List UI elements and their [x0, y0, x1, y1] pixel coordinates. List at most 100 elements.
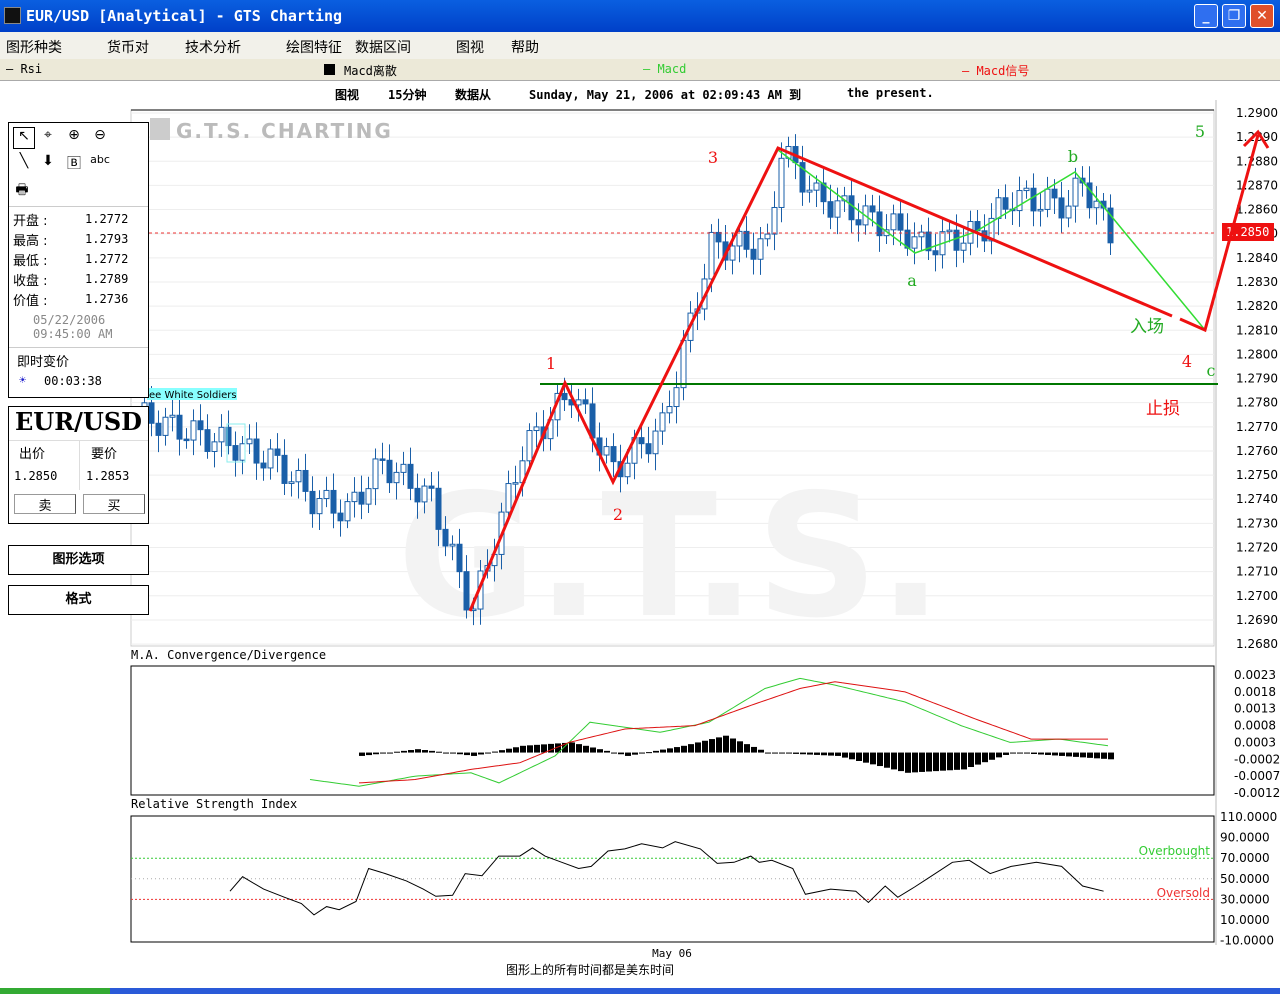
ohlc-value: 1.2772 [85, 252, 129, 266]
rsi-tick: 110.0000 [1220, 810, 1277, 824]
macd-histogram-bar [541, 744, 547, 753]
macd-histogram-bar [709, 739, 715, 753]
macd-tick: 0.0023 [1234, 668, 1276, 682]
tool-panel: ↖ ⌖ ⊕ ⊖ ╲ ⬇ 🄱 abc 🖶 开盘 : 1.2772 最高 : 1.2793… [8, 122, 149, 398]
candle [848, 195, 855, 221]
price-tick: 1.2770 [1236, 420, 1278, 434]
macd-histogram-bar [513, 747, 519, 753]
macd-histogram-bar [758, 749, 764, 753]
candle [526, 430, 533, 462]
ohlc-label: 开盘 : [13, 214, 48, 229]
candle [246, 438, 253, 445]
pointer-icon[interactable]: ↖ [13, 127, 35, 149]
candle [876, 211, 883, 237]
macd-histogram-bar [380, 752, 386, 754]
candle [351, 491, 358, 503]
candle [183, 438, 190, 442]
candle [960, 242, 967, 251]
macd-tick: 0.0018 [1234, 685, 1276, 699]
macd-histogram-bar [639, 752, 645, 754]
abc-label: a [907, 271, 917, 290]
watermark: G.T.S. [397, 458, 943, 656]
line-tool-icon[interactable]: ╲ [13, 153, 35, 175]
candle [1065, 205, 1072, 219]
candle [435, 487, 442, 530]
macd-histogram-bar [1045, 752, 1051, 755]
candle [995, 197, 1002, 219]
macd-tick: -0.0002 [1234, 752, 1280, 766]
gts-logo: G.T.S. CHARTING [176, 119, 393, 143]
macd-histogram-bar [730, 738, 736, 753]
candle [449, 543, 456, 547]
buy-button[interactable]: 买 [83, 494, 145, 514]
macd-histogram-bar [828, 752, 834, 756]
candle [624, 462, 631, 478]
candle [1037, 208, 1044, 212]
candle [533, 426, 540, 432]
macd-panel [130, 665, 1215, 796]
macd-histogram-bar [1080, 752, 1086, 758]
chart-options-button[interactable]: 图形选项 [8, 545, 149, 575]
macd-histogram-bar [373, 752, 379, 755]
crosshair-icon[interactable]: ⌖ [37, 127, 59, 149]
printer-icon[interactable]: 🖶 [11, 179, 33, 201]
zoom-in-icon[interactable]: ⊕ [63, 127, 85, 149]
macd-histogram-bar [506, 748, 512, 753]
format-button[interactable]: 格式 [8, 585, 149, 615]
candle [1044, 188, 1051, 210]
macd-histogram-bar [1003, 752, 1009, 755]
candle [1058, 197, 1065, 219]
macd-histogram-bar [772, 752, 778, 754]
macd-histogram-bar [996, 752, 1002, 758]
timezone-note: 图形上的所有时间都是美东时间 [506, 962, 674, 977]
sell-button[interactable]: 卖 [14, 494, 76, 514]
macd-histogram-bar [1010, 752, 1016, 754]
price-tick: 1.2730 [1236, 516, 1278, 530]
macd-histogram-bar [576, 744, 582, 753]
arrow-down-icon[interactable]: ⬇ [37, 153, 59, 175]
candle [890, 213, 897, 231]
candle [421, 485, 428, 503]
macd-histogram-bar [793, 752, 799, 754]
candle [1072, 177, 1079, 207]
price-tick: 1.2760 [1236, 444, 1278, 458]
macd-histogram-bar [492, 751, 498, 753]
candle [323, 489, 330, 500]
macd-tick: 0.0003 [1234, 735, 1276, 749]
candle [344, 501, 351, 522]
macd-title: M.A. Convergence/Divergence [131, 648, 326, 662]
candle [512, 482, 519, 485]
candle [330, 489, 337, 514]
rsi-tick: 90.0000 [1220, 831, 1270, 845]
macd-tick: 0.0008 [1234, 719, 1276, 733]
candle [414, 487, 421, 503]
candle [757, 238, 764, 260]
candle [365, 488, 372, 505]
candle [582, 399, 589, 405]
zoom-out-icon[interactable]: ⊖ [89, 127, 111, 149]
macd-histogram-bar [1017, 752, 1023, 754]
candle [302, 469, 309, 492]
candle [1030, 187, 1037, 212]
price-tick: 1.2790 [1236, 372, 1278, 386]
macd-histogram-bar [667, 748, 673, 753]
candle [274, 448, 281, 456]
candle [309, 490, 316, 515]
macd-histogram-bar [443, 752, 449, 754]
chart-canvas[interactable]: 1.29001.28901.28801.28701.28601.28501.28… [0, 0, 1280, 994]
macd-histogram-bar [499, 750, 505, 753]
macd-histogram-bar [716, 737, 722, 753]
text-tool-icon[interactable]: abc [89, 153, 111, 175]
text-box-icon[interactable]: 🄱 [63, 153, 85, 175]
candle [659, 412, 666, 432]
candle [393, 471, 400, 484]
macd-histogram-bar [940, 752, 946, 771]
candle [295, 469, 302, 483]
macd-histogram-bar [674, 747, 680, 753]
candle [771, 206, 778, 235]
price-tick: 1.2690 [1236, 613, 1278, 627]
price-tick: 1.2710 [1236, 565, 1278, 579]
divider [9, 206, 148, 207]
wave-label: 2 [613, 505, 623, 524]
candle [778, 157, 785, 208]
